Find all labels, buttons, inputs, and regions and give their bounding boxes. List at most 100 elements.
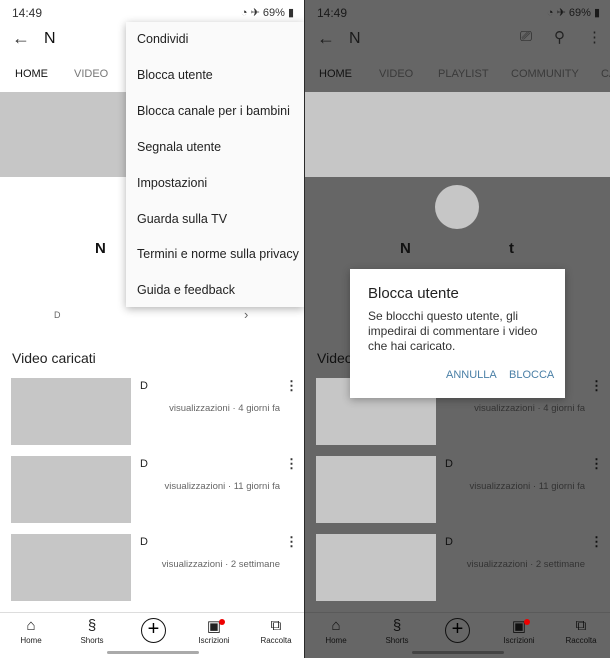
menu-item-help-feedback[interactable]: Guida e feedback [137, 283, 235, 297]
video-title[interactable]: D [140, 458, 148, 470]
left-screen: 14:49 ◔ ✈ 69% ▮ ← N HOME VIDEO N D › Vid… [0, 0, 304, 658]
notification-dot [524, 619, 530, 625]
video-thumbnail[interactable] [316, 456, 436, 523]
video-meta: visualizzazioni · 2 settimane [161, 559, 280, 570]
subscriptions-icon: ▣ [511, 618, 527, 635]
dialog-title: Blocca utente [368, 285, 459, 302]
nav-home[interactable]: ⌂ Home [306, 617, 366, 645]
home-icon: ⌂ [26, 617, 36, 634]
menu-item-settings[interactable]: Impostazioni [137, 176, 207, 190]
nav-label: Iscrizioni [503, 636, 535, 645]
tab-video[interactable]: VIDEO [74, 68, 108, 80]
video-meta: visualizzazioni · 2 settimane [466, 559, 585, 570]
create-plus-icon[interactable]: + [445, 618, 470, 643]
menu-item-terms-privacy[interactable]: Termini e norme sulla privacy [137, 247, 299, 261]
nav-label: Home [20, 636, 42, 645]
channel-name: N [400, 240, 411, 257]
home-icon: ⌂ [331, 617, 341, 634]
nav-label: Shorts [385, 636, 409, 645]
menu-item-block-user[interactable]: Blocca utente [137, 68, 213, 82]
create-plus-icon[interactable]: + [141, 618, 166, 643]
nav-label: Iscrizioni [198, 636, 230, 645]
nav-label: Raccolta [565, 636, 597, 645]
video-item[interactable]: Dvisualizzazioni · 2 settimane ⋮ [11, 534, 298, 601]
video-title[interactable]: D [140, 380, 148, 392]
more-vert-icon[interactable]: ⋮ [285, 378, 298, 394]
menu-item-share[interactable]: Condividi [137, 32, 188, 46]
more-vert-icon[interactable]: ⋮ [587, 28, 602, 46]
more-vert-icon[interactable]: ⋮ [590, 456, 603, 472]
nav-label: Raccolta [260, 636, 292, 645]
shorts-icon: § [87, 617, 97, 634]
nav-shorts[interactable]: § Shorts [367, 617, 427, 645]
nav-subscriptions[interactable]: ▣ Iscrizioni [489, 617, 549, 645]
video-meta: visualizzazioni · 11 giorni fa [164, 481, 280, 492]
menu-item-report-user[interactable]: Segnala utente [137, 140, 221, 154]
video-thumbnail[interactable] [11, 456, 131, 523]
back-arrow-icon[interactable]: ← [12, 28, 30, 49]
search-icon[interactable]: ⚲ [554, 28, 565, 46]
nav-home[interactable]: ⌂ Home [1, 617, 61, 645]
tab-home[interactable]: HOME [15, 68, 48, 80]
home-indicator [107, 651, 199, 654]
video-item[interactable]: Dvisualizzazioni · 11 giorni fa ⋮ [316, 456, 603, 523]
tab-home[interactable]: HOME [319, 68, 352, 80]
more-vert-icon[interactable]: ⋮ [590, 534, 603, 550]
section-title: Video caricati [12, 350, 96, 366]
video-title[interactable]: D [140, 536, 148, 548]
nav-library[interactable]: ⧉ Raccolta [246, 617, 304, 645]
video-thumbnail[interactable] [11, 534, 131, 601]
video-title[interactable]: D [445, 458, 453, 470]
status-icons: ◔ ✈ 69% ▮ [546, 7, 600, 19]
dialog-message: Se blocchi questo utente, gli impedirai … [368, 309, 538, 353]
back-arrow-icon[interactable]: ← [317, 28, 335, 49]
battery-level: 69% [262, 7, 285, 19]
subscriptions-icon: ▣ [206, 618, 222, 635]
video-item[interactable]: Dvisualizzazioni · 4 giorni fa ⋮ [11, 378, 298, 445]
video-meta: visualizzazioni · 4 giorni fa [474, 403, 585, 414]
nav-label: Shorts [80, 636, 104, 645]
video-item[interactable]: Dvisualizzazioni · 11 giorni fa ⋮ [11, 456, 298, 523]
channel-tabs: HOME VIDEO PLAYLIST COMMUNITY CA [305, 64, 610, 88]
video-meta: visualizzazioni · 4 giorni fa [169, 403, 280, 414]
tab-playlist[interactable]: PLAYLIST [438, 68, 489, 80]
chevron-right-icon[interactable]: › [244, 307, 248, 322]
video-title[interactable]: D [445, 536, 453, 548]
video-thumbnail[interactable] [316, 534, 436, 601]
battery-level: 69% [568, 7, 591, 19]
wifi-icon: ◔ ✈ [546, 7, 569, 19]
home-indicator [412, 651, 504, 654]
block-button[interactable]: BLOCCA [509, 369, 554, 381]
channel-title: N [44, 30, 56, 47]
nav-subscriptions[interactable]: ▣ Iscrizioni [184, 617, 244, 645]
channel-banner [305, 92, 610, 177]
menu-item-block-channel-kids[interactable]: Blocca canale per i bambini [137, 104, 290, 118]
cancel-button[interactable]: ANNULLA [446, 369, 497, 381]
more-vert-icon[interactable]: ⋮ [590, 378, 603, 394]
video-thumbnail[interactable] [11, 378, 131, 445]
library-icon: ⧉ [575, 617, 587, 634]
channel-description[interactable]: D [54, 310, 61, 320]
more-vert-icon[interactable]: ⋮ [285, 534, 298, 550]
status-time: 14:49 [12, 6, 43, 20]
cast-icon[interactable]: ⎚ [520, 28, 532, 46]
tab-video[interactable]: VIDEO [379, 68, 413, 80]
status-bar: 14:49 ◔ ✈ 69% ▮ [305, 0, 610, 26]
library-icon: ⧉ [270, 617, 282, 634]
shorts-icon: § [392, 617, 402, 634]
notification-dot [219, 619, 225, 625]
tab-channels[interactable]: CA [601, 68, 610, 80]
channel-name: N [95, 240, 106, 257]
app-bar: ← N ⎚ ⚲ ⋮ [305, 26, 610, 54]
nav-library[interactable]: ⧉ Raccolta [551, 617, 610, 645]
more-vert-icon[interactable]: ⋮ [285, 456, 298, 472]
menu-item-watch-on-tv[interactable]: Guarda sulla TV [137, 212, 227, 226]
nav-shorts[interactable]: § Shorts [62, 617, 122, 645]
tab-community[interactable]: COMMUNITY [511, 68, 579, 80]
channel-avatar [435, 185, 479, 229]
video-item[interactable]: Dvisualizzazioni · 2 settimane ⋮ [316, 534, 603, 601]
right-screen-dimmed[interactable]: 14:49 ◔ ✈ 69% ▮ ← N ⎚ ⚲ ⋮ HOME VIDEO PLAYL… [305, 0, 610, 658]
channel-title: N [349, 30, 361, 47]
video-meta: visualizzazioni · 11 giorni fa [469, 481, 585, 492]
status-time: 14:49 [317, 6, 348, 20]
